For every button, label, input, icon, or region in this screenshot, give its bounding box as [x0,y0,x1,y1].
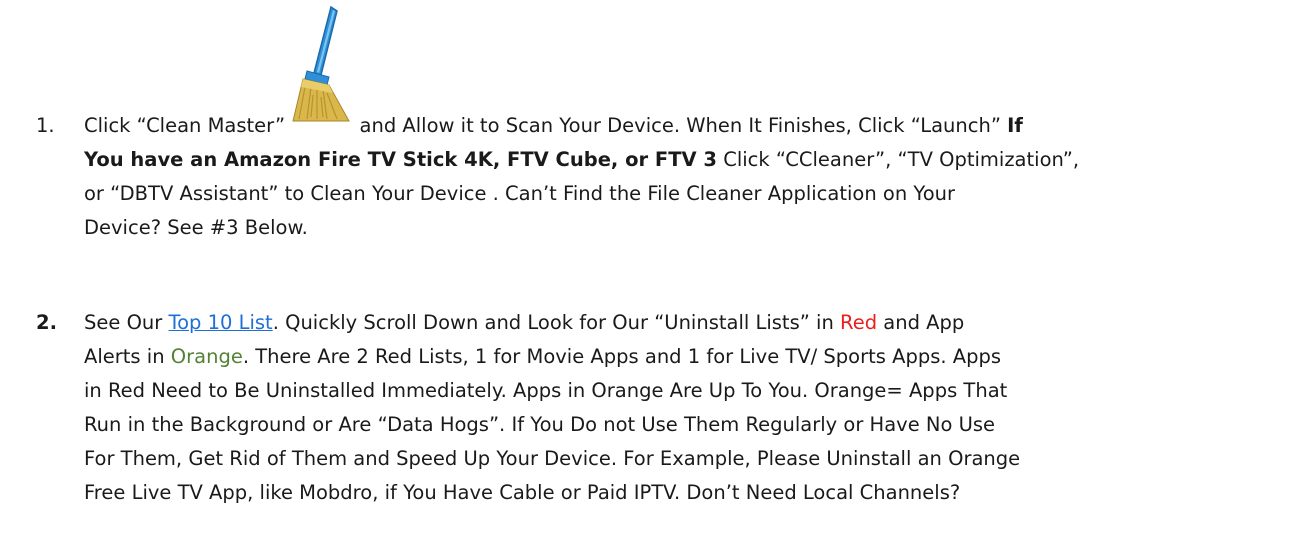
item1-text-b: and Allow it to Scan Your Device. When I… [359,114,1001,137]
item1-text-c: Click “CCleaner”, “TV Optimization”, [723,148,1080,171]
item2-line-4: Run in the Background or Are “Data Hogs”… [84,408,1300,442]
item2-line-2: Alerts in Orange. There Are 2 Red Lists,… [84,340,1300,374]
item2-text-d: Alerts in [84,345,165,368]
item1-line-1: Click “Clean Master” and Allow it to Sca… [84,5,1300,143]
list-item-2: 2. See Our Top 10 List. Quickly Scroll D… [36,306,1300,510]
item2-line-3: in Red Need to Be Uninstalled Immediatel… [84,374,1300,408]
item1-text-d: or “DBTV Assistant” to Clean Your Device… [84,182,956,205]
item2-text-h: For Them, Get Rid of Them and Speed Up Y… [84,447,1021,470]
orange-label: Orange [170,345,243,368]
item1-line-4: Device? See #3 Below. [84,211,1300,245]
document-page: 1. Click “Clean Master” and Allow it to … [0,0,1310,537]
item2-line-5: For Them, Get Rid of Them and Speed Up Y… [84,442,1300,476]
item1-bold-if: If [1007,114,1023,137]
item2-text-i: Free Live TV App, like Mobdro, if You Ha… [84,481,961,504]
item2-text-c: and App [883,311,965,334]
item1-text-a: Click “Clean Master” [84,114,286,137]
item2-line-1: See Our Top 10 List. Quickly Scroll Down… [84,306,1300,340]
item2-text-e: . There Are 2 Red Lists, 1 for Movie App… [242,345,1002,368]
item2-text-b: . Quickly Scroll Down and Look for Our “… [272,311,834,334]
item1-line-3: or “DBTV Assistant” to Clean Your Device… [84,177,1300,211]
clean-master-broom-icon [291,5,353,143]
item2-text-g: Run in the Background or Are “Data Hogs”… [84,413,996,436]
list-item-1-body: Click “Clean Master” and Allow it to Sca… [84,5,1300,245]
item1-bold-device-list: You have an Amazon Fire TV Stick 4K, FTV… [84,148,717,171]
item2-line-6: Free Live TV App, like Mobdro, if You Ha… [84,476,1300,510]
top-10-list-link[interactable]: Top 10 List [169,311,273,334]
item2-text-f: in Red Need to Be Uninstalled Immediatel… [84,379,1008,402]
list-number-1: 1. [36,114,55,137]
list-item-1: 1. Click “Clean Master” and Allow it to … [36,5,1300,245]
list-item-2-body: See Our Top 10 List. Quickly Scroll Down… [84,306,1300,510]
item1-line-2: You have an Amazon Fire TV Stick 4K, FTV… [84,143,1300,177]
red-label: Red [840,311,878,334]
item1-text-e: Device? See #3 Below. [84,216,308,239]
item2-text-a: See Our [84,311,163,334]
broom-icon-graphic [292,5,351,122]
list-number-2: 2. [36,311,57,334]
